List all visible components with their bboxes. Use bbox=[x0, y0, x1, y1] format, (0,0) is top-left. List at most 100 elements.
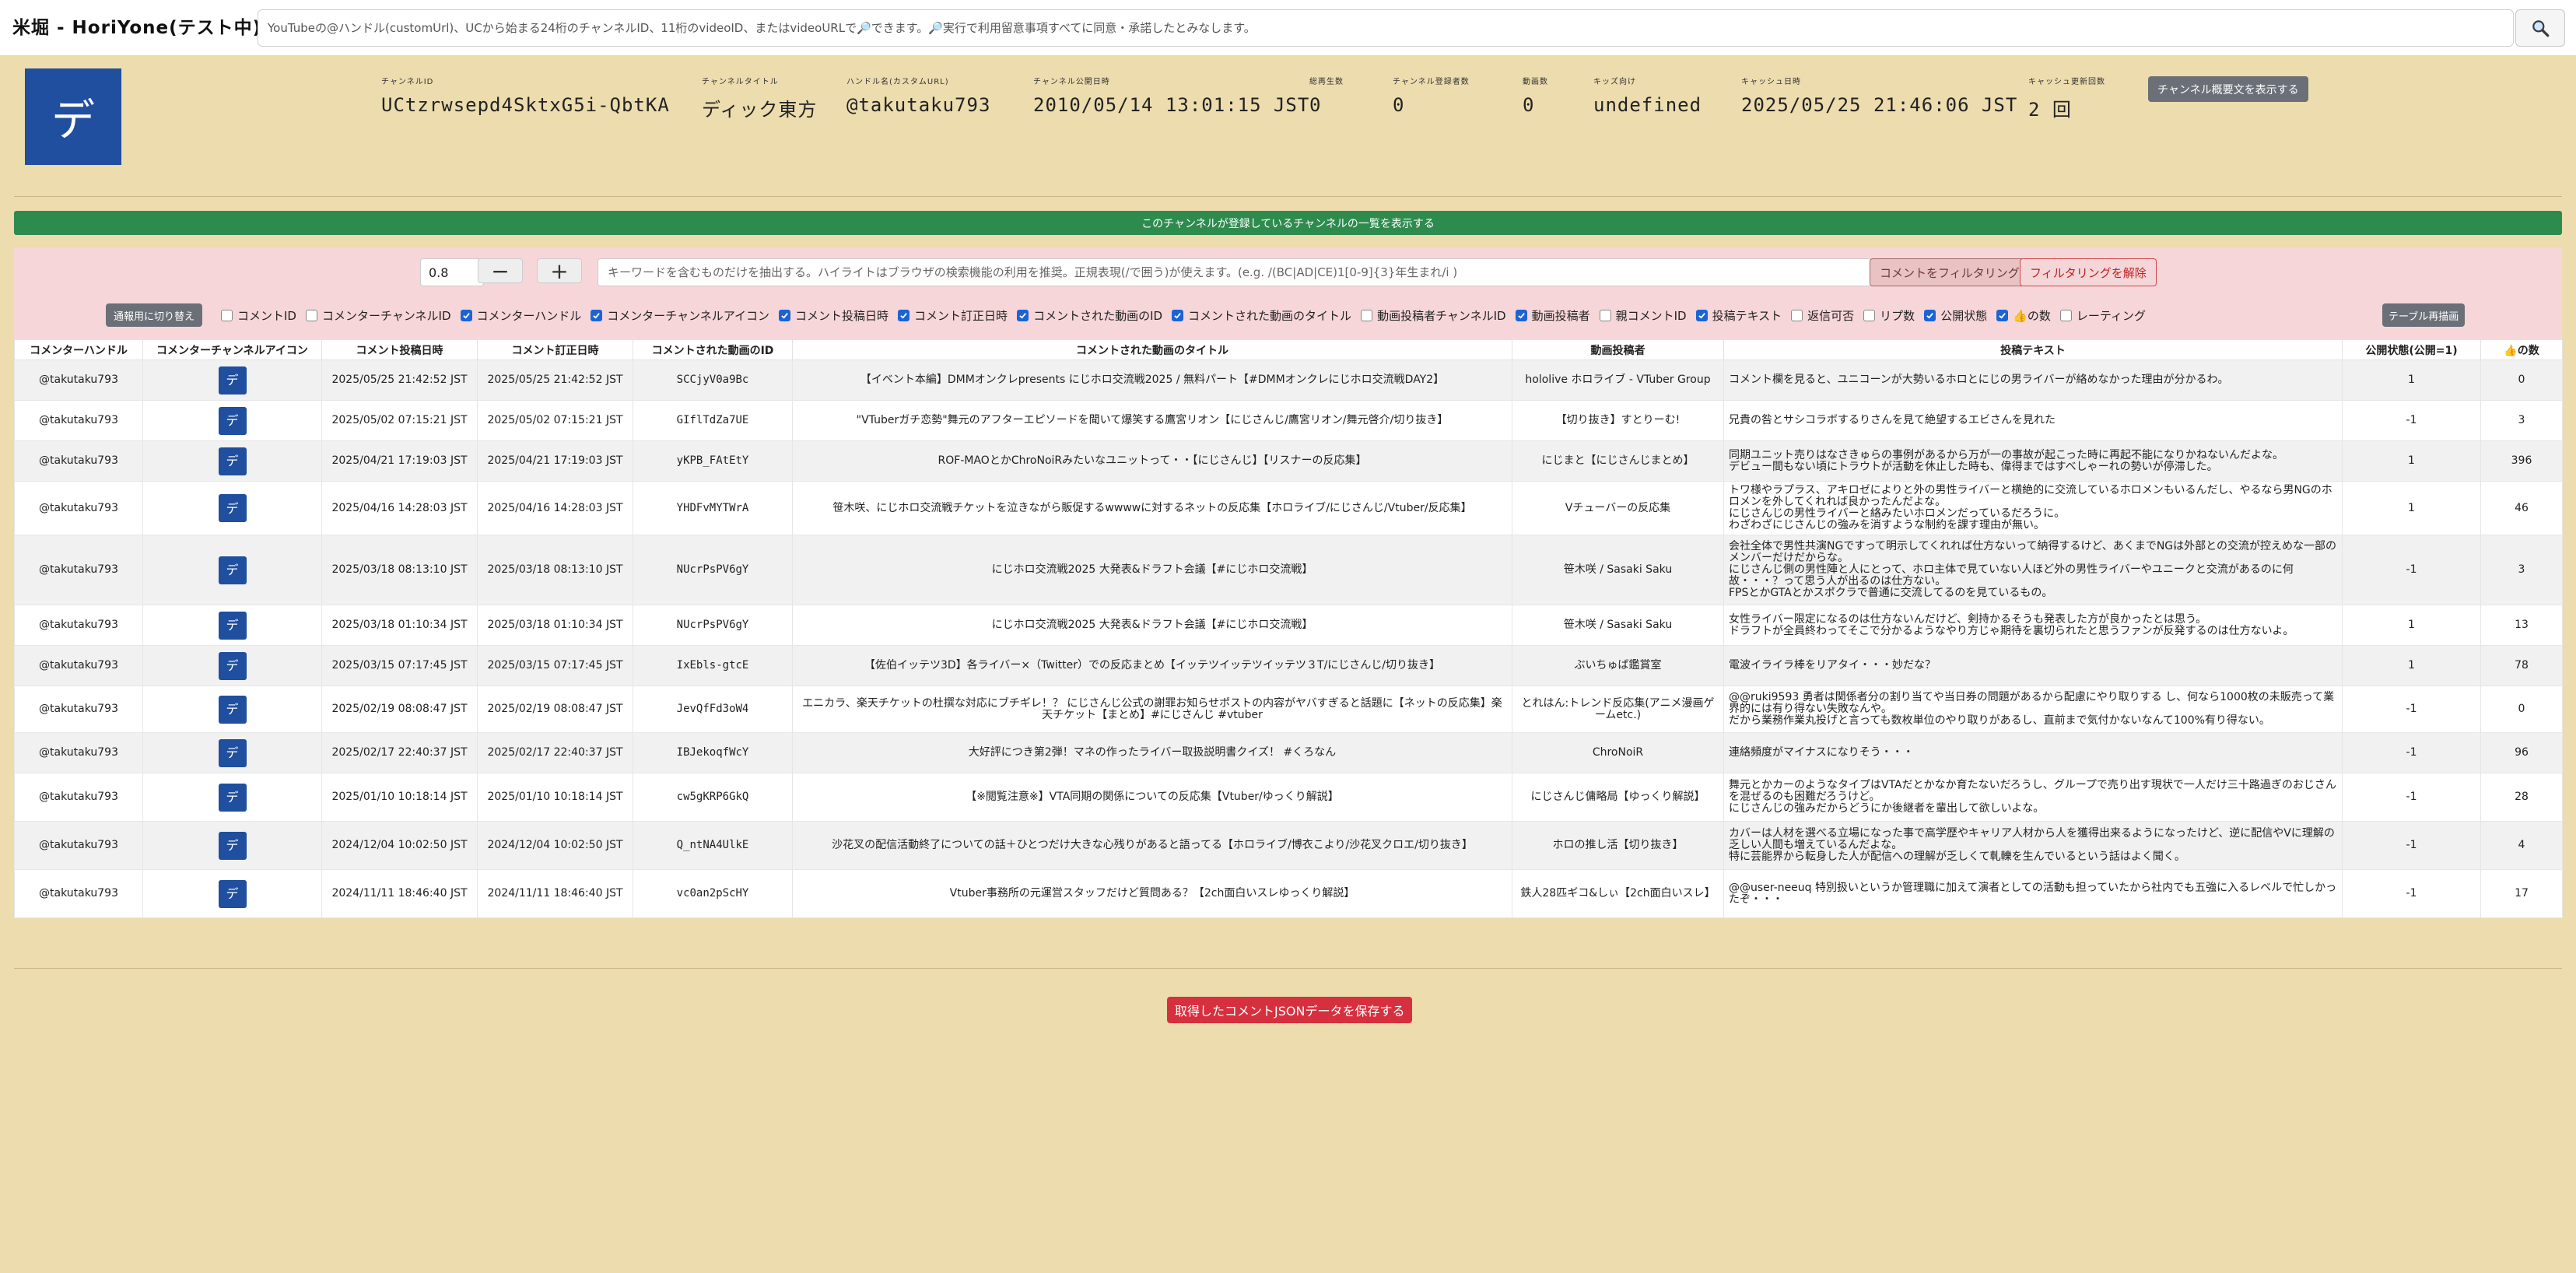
column-toggle[interactable]: 返信可否 bbox=[1791, 307, 1854, 324]
checkbox-checked[interactable] bbox=[1695, 309, 1708, 321]
column-toggle[interactable]: 動画投稿者 bbox=[1515, 307, 1590, 324]
increment-button[interactable]: + bbox=[537, 258, 582, 284]
cell-handle[interactable]: @takutaku793 bbox=[14, 821, 143, 870]
commenter-avatar[interactable]: デ bbox=[218, 651, 247, 680]
column-header[interactable]: コメンターハンドル bbox=[14, 339, 143, 360]
checkbox-checked[interactable] bbox=[591, 309, 603, 321]
column-toggle[interactable]: コメンターチャンネルID bbox=[305, 307, 451, 324]
cell-vid[interactable]: NUcrPsPV6gY bbox=[633, 605, 793, 646]
cell-handle[interactable]: @takutaku793 bbox=[14, 773, 143, 822]
commenter-avatar[interactable]: デ bbox=[218, 831, 247, 860]
search-input[interactable] bbox=[258, 9, 2514, 47]
cell-handle[interactable]: @takutaku793 bbox=[14, 645, 143, 686]
commenter-avatar[interactable]: デ bbox=[218, 494, 247, 522]
cell-handle[interactable]: @takutaku793 bbox=[14, 400, 143, 441]
cell-handle[interactable]: @takutaku793 bbox=[14, 686, 143, 733]
cell-handle[interactable]: @takutaku793 bbox=[14, 869, 143, 918]
clear-filter-button[interactable]: フィルタリングを解除 bbox=[2020, 258, 2157, 286]
column-header[interactable]: コメントされた動画のタイトル bbox=[792, 339, 1512, 360]
commenter-avatar[interactable]: デ bbox=[218, 783, 247, 812]
column-header[interactable]: コメントされた動画のID bbox=[633, 339, 793, 360]
checkbox-unchecked[interactable] bbox=[2059, 309, 2072, 321]
cell-uploader[interactable]: hololive ホロライブ - VTuber Group bbox=[1512, 359, 1724, 401]
cell-vid[interactable]: NUcrPsPV6gY bbox=[633, 535, 793, 605]
keyword-filter-input[interactable] bbox=[598, 258, 1872, 286]
column-header[interactable]: コメンターチャンネルアイコン bbox=[142, 339, 322, 360]
checkbox-unchecked[interactable] bbox=[1791, 309, 1803, 321]
column-toggle[interactable]: コメンターハンドル bbox=[460, 307, 581, 324]
checkbox-unchecked[interactable] bbox=[1361, 309, 1373, 321]
checkbox-unchecked[interactable] bbox=[221, 309, 233, 321]
column-toggle[interactable]: 投稿テキスト bbox=[1695, 307, 1782, 324]
cell-vid[interactable]: vc0an2pScHY bbox=[633, 869, 793, 918]
column-toggle[interactable]: レーティング bbox=[2059, 307, 2146, 324]
column-header[interactable]: 公開状態(公開=1) bbox=[2342, 339, 2481, 360]
commenter-avatar[interactable]: デ bbox=[218, 447, 247, 475]
cell-uploader[interactable]: ホロの推し活【切り抜き】 bbox=[1512, 821, 1724, 870]
column-toggle[interactable]: 👍の数 bbox=[1996, 307, 2051, 324]
checkbox-checked[interactable] bbox=[898, 309, 910, 321]
column-toggle[interactable]: 動画投稿者チャンネルID bbox=[1361, 307, 1506, 324]
commenter-avatar[interactable]: デ bbox=[218, 695, 247, 724]
cell-vid[interactable]: SCCjyV0a9Bc bbox=[633, 359, 793, 401]
cell-handle[interactable]: @takutaku793 bbox=[14, 440, 143, 482]
apply-filter-button[interactable]: コメントをフィルタリング bbox=[1870, 258, 2030, 286]
checkbox-checked[interactable] bbox=[1172, 309, 1184, 321]
commenter-avatar[interactable]: デ bbox=[218, 611, 247, 640]
column-toggle[interactable]: コメンターチャンネルアイコン bbox=[591, 307, 769, 324]
column-header[interactable]: コメント投稿日時 bbox=[321, 339, 478, 360]
commenter-avatar[interactable]: デ bbox=[218, 556, 247, 584]
cell-uploader[interactable]: 笹木咲 / Sasaki Saku bbox=[1512, 605, 1724, 646]
cell-handle[interactable]: @takutaku793 bbox=[14, 535, 143, 605]
cell-uploader[interactable]: ぶいちゅば鑑賞室 bbox=[1512, 645, 1724, 686]
cell-uploader[interactable]: Vチューバーの反応集 bbox=[1512, 481, 1724, 535]
checkbox-checked[interactable] bbox=[1017, 309, 1029, 321]
show-subscriptions-button[interactable]: このチャンネルが登録しているチャンネルの一覧を表示する bbox=[14, 211, 2562, 235]
cell-uploader[interactable]: ChroNoiR bbox=[1512, 732, 1724, 773]
column-toggle[interactable]: 親コメントID bbox=[1599, 307, 1687, 324]
column-toggle[interactable]: コメントされた動画のタイトル bbox=[1172, 307, 1351, 324]
checkbox-checked[interactable] bbox=[779, 309, 791, 321]
checkbox-checked[interactable] bbox=[1515, 309, 1527, 321]
checkbox-unchecked[interactable] bbox=[1599, 309, 1611, 321]
commenter-avatar[interactable]: デ bbox=[218, 879, 247, 908]
save-json-button[interactable]: 取得したコメントJSONデータを保存する bbox=[1167, 997, 1413, 1023]
cell-vid[interactable]: yKPB_FAtEtY bbox=[633, 440, 793, 482]
cell-uploader[interactable]: にじさんじ傭略局【ゆっくり解説】 bbox=[1512, 773, 1724, 822]
column-header[interactable]: 投稿テキスト bbox=[1723, 339, 2343, 360]
commenter-avatar[interactable]: デ bbox=[218, 366, 247, 395]
commenter-avatar[interactable]: デ bbox=[218, 406, 247, 435]
cell-vid[interactable]: JevQfFd3oW4 bbox=[633, 686, 793, 733]
checkbox-unchecked[interactable] bbox=[305, 309, 317, 321]
commenter-avatar[interactable]: デ bbox=[218, 738, 247, 767]
cell-uploader[interactable]: 【切り抜き】すとりーむ! bbox=[1512, 400, 1724, 441]
switch-report-mode-button[interactable]: 通報用に切り替え bbox=[106, 303, 203, 327]
cell-handle[interactable]: @takutaku793 bbox=[14, 605, 143, 646]
cell-uploader[interactable]: 笹木咲 / Sasaki Saku bbox=[1512, 535, 1724, 605]
cell-uploader[interactable]: とれはん:トレンド反応集(アニメ漫画ゲームetc.) bbox=[1512, 686, 1724, 733]
column-toggle[interactable]: 公開状態 bbox=[1924, 307, 1987, 324]
cell-handle[interactable]: @takutaku793 bbox=[14, 732, 143, 773]
checkbox-checked[interactable] bbox=[1924, 309, 1936, 321]
cell-vid[interactable]: IBJekoqfWcY bbox=[633, 732, 793, 773]
cell-uploader[interactable]: 鉄人28匹ギコ&しぃ【2ch面白いスレ】 bbox=[1512, 869, 1724, 918]
decrement-button[interactable]: − bbox=[478, 258, 523, 284]
search-button[interactable] bbox=[2515, 9, 2565, 47]
column-header[interactable]: 動画投稿者 bbox=[1512, 339, 1724, 360]
checkbox-checked[interactable] bbox=[460, 309, 472, 321]
cell-vid[interactable]: cw5gKRP6GkQ bbox=[633, 773, 793, 822]
redraw-table-button[interactable]: テーブル再描画 bbox=[2382, 303, 2466, 327]
checkbox-checked[interactable] bbox=[1996, 309, 2009, 321]
cell-handle[interactable]: @takutaku793 bbox=[14, 359, 143, 401]
column-toggle[interactable]: リプ数 bbox=[1863, 307, 1915, 324]
column-toggle[interactable]: コメントID bbox=[221, 307, 296, 324]
show-description-button[interactable]: チャンネル概要文を表示する bbox=[2148, 76, 2308, 102]
cell-vid[interactable]: Q_ntNA4UlkE bbox=[633, 821, 793, 870]
cell-handle[interactable]: @takutaku793 bbox=[14, 481, 143, 535]
threshold-input[interactable]: 0.8 bbox=[420, 258, 484, 286]
column-toggle[interactable]: コメントされた動画のID bbox=[1017, 307, 1162, 324]
cell-uploader[interactable]: にじまと【にじさんじまとめ】 bbox=[1512, 440, 1724, 482]
column-header[interactable]: 👍の数 bbox=[2480, 339, 2563, 360]
column-toggle[interactable]: コメント投稿日時 bbox=[779, 307, 888, 324]
column-header[interactable]: コメント訂正日時 bbox=[477, 339, 633, 360]
